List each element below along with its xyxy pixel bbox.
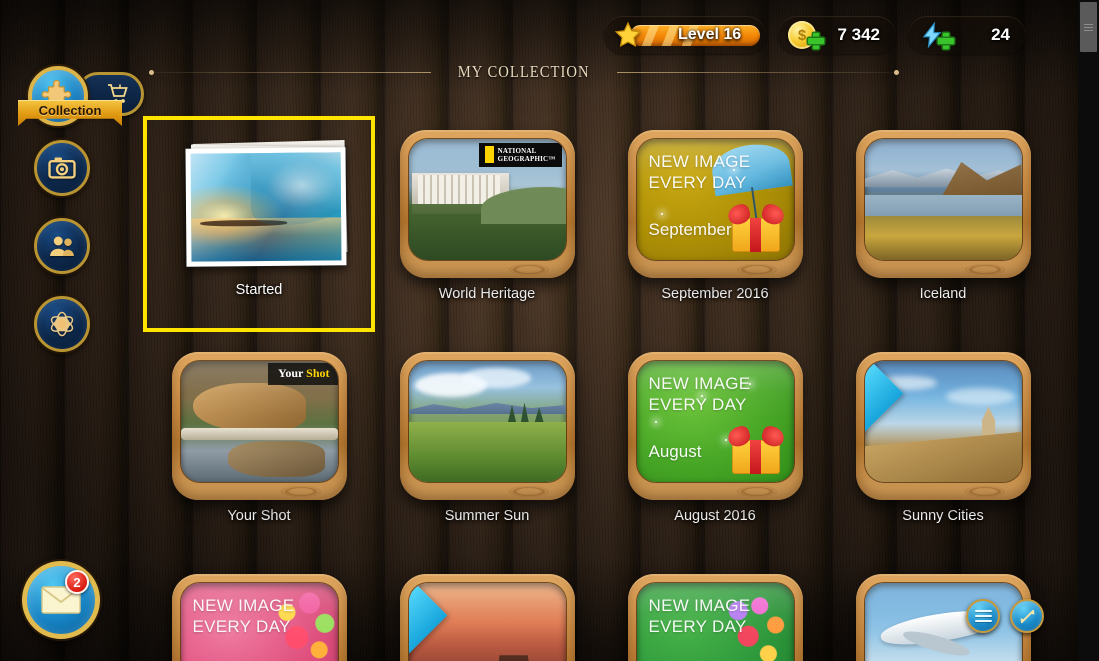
album-card-iceland[interactable]: Iceland xyxy=(829,118,1057,340)
energy-indicator[interactable]: 24 xyxy=(908,16,1026,54)
floating-toolbar xyxy=(966,599,1044,633)
hamburger-menu-icon xyxy=(974,607,992,624)
section-header: MY COLLECTION xyxy=(0,62,1048,82)
sidebar-item-camera[interactable] xyxy=(34,140,90,196)
add-coins-icon[interactable] xyxy=(808,33,824,49)
album-thumbnail xyxy=(408,361,566,482)
promo-line-1: NEW IMAGE xyxy=(648,596,751,615)
album-thumbnail xyxy=(864,139,1022,260)
promo-month: August xyxy=(648,442,702,461)
album-frame: NATIONAL GEOGRAPHIC™ xyxy=(399,130,575,278)
album-card-started[interactable]: Started xyxy=(143,116,375,332)
hud-bar: Level 16 7 342 24 xyxy=(604,16,1026,54)
album-label: World Heritage xyxy=(438,286,536,302)
globe-icon xyxy=(50,311,74,337)
album-grid: Started NATIONAL GEOGRAPHIC™ World Herit… xyxy=(143,116,1057,661)
add-energy-icon[interactable] xyxy=(938,33,954,49)
gift-box-icon xyxy=(725,202,786,252)
album-thumbnail: NEW IMAGE EVERY DAY xyxy=(180,583,338,661)
level-indicator[interactable]: Level 16 xyxy=(604,16,766,54)
album-card-row3-2[interactable] xyxy=(373,562,601,661)
unread-badge: 2 xyxy=(65,570,89,594)
promo-line-1: NEW IMAGE xyxy=(648,152,751,171)
album-frame xyxy=(855,130,1031,278)
ribbon-clip xyxy=(408,583,566,661)
messages-button[interactable]: 2 xyxy=(22,561,100,639)
scrollbar-thumb[interactable] xyxy=(1080,2,1097,52)
album-label: September 2016 xyxy=(661,286,769,302)
album-thumbnail xyxy=(190,152,341,262)
natgeo-line2: GEOGRAPHIC™ xyxy=(497,154,556,163)
divider-left xyxy=(148,69,432,75)
album-card-world-heritage[interactable]: NATIONAL GEOGRAPHIC™ World Heritage xyxy=(373,118,601,340)
left-sidebar: Collection xyxy=(18,66,144,374)
album-label: August 2016 xyxy=(674,508,756,524)
promo-line-1: NEW IMAGE xyxy=(648,374,751,393)
album-thumbnail: NEW IMAGE EVERY DAY September xyxy=(636,139,794,260)
album-frame: NEW IMAGE EVERY DAY xyxy=(171,574,347,661)
album-frame: NEW IMAGE EVERY DAY September xyxy=(627,130,803,278)
ribbon-clip xyxy=(864,361,1022,482)
album-frame: NEW IMAGE EVERY DAY xyxy=(627,574,803,661)
photo-stack xyxy=(172,134,347,274)
album-frame xyxy=(855,352,1031,500)
divider-right xyxy=(616,69,900,75)
album-label: Your Shot xyxy=(227,508,291,524)
your-shot-text-b: Shot xyxy=(306,366,330,380)
new-ribbon xyxy=(408,583,447,661)
album-frame xyxy=(399,574,575,661)
album-label: Summer Sun xyxy=(444,508,530,524)
fullscreen-button[interactable] xyxy=(1010,599,1044,633)
menu-button[interactable] xyxy=(966,599,1000,633)
gift-box-icon xyxy=(725,424,786,474)
level-label: Level 16 xyxy=(678,26,742,43)
friends-icon xyxy=(50,236,74,256)
natgeo-line1: NATIONAL xyxy=(497,146,537,155)
national-geographic-badge: NATIONAL GEOGRAPHIC™ xyxy=(478,143,562,167)
album-card-august-2016[interactable]: NEW IMAGE EVERY DAY August August 2016 xyxy=(601,340,829,562)
album-thumbnail: NEW IMAGE EVERY DAY August xyxy=(636,361,794,482)
coins-value: 7 342 xyxy=(837,25,880,44)
page-scrollbar[interactable] xyxy=(1078,0,1099,661)
your-shot-badge: Your Shot xyxy=(268,363,338,385)
page-title: MY COLLECTION xyxy=(458,62,590,81)
album-thumbnail xyxy=(408,583,566,661)
promo-content: NEW IMAGE EVERY DAY xyxy=(181,583,338,661)
album-label: Iceland xyxy=(919,286,967,302)
album-card-sunny-cities[interactable]: Sunny Cities xyxy=(829,340,1057,562)
album-frame xyxy=(399,352,575,500)
new-ribbon xyxy=(864,361,903,482)
promo-line-2: EVERY DAY xyxy=(648,173,747,192)
energy-value: 24 xyxy=(991,25,1010,44)
album-thumbnail: Your Shot xyxy=(180,361,338,482)
game-viewport: Level 16 7 342 24 MY COLLECTION xyxy=(0,0,1078,661)
promo-line-1: NEW IMAGE xyxy=(192,596,295,615)
album-card-summer-sun[interactable]: Summer Sun xyxy=(373,340,601,562)
fullscreen-expand-icon xyxy=(1019,609,1035,623)
album-thumbnail: NEW IMAGE EVERY DAY xyxy=(636,583,794,661)
album-card-your-shot[interactable]: Your Shot Your Shot xyxy=(145,340,373,562)
promo-line-2: EVERY DAY xyxy=(192,617,291,636)
sidebar-item-friends[interactable] xyxy=(34,218,90,274)
album-label: Started xyxy=(235,282,283,298)
album-frame: NEW IMAGE EVERY DAY August xyxy=(627,352,803,500)
natgeo-yellow-bar xyxy=(484,146,494,163)
your-shot-text-a: Your xyxy=(278,366,307,380)
collection-group: Collection xyxy=(18,66,144,128)
promo-month: September xyxy=(648,220,732,239)
album-card-row3-1[interactable]: NEW IMAGE EVERY DAY xyxy=(145,562,373,661)
album-thumbnail: NATIONAL GEOGRAPHIC™ xyxy=(408,139,566,260)
album-card-september-2016[interactable]: NEW IMAGE EVERY DAY September September … xyxy=(601,118,829,340)
sidebar-item-world[interactable] xyxy=(34,296,90,352)
album-label: Sunny Cities xyxy=(902,508,984,524)
camera-icon xyxy=(48,157,76,179)
promo-line-2: EVERY DAY xyxy=(648,617,747,636)
coins-indicator[interactable]: 7 342 xyxy=(778,16,896,54)
promo-content: NEW IMAGE EVERY DAY xyxy=(637,583,794,661)
album-thumbnail xyxy=(864,361,1022,482)
album-frame: Your Shot xyxy=(171,352,347,500)
star-icon xyxy=(614,21,642,48)
album-card-row3-3[interactable]: NEW IMAGE EVERY DAY xyxy=(601,562,829,661)
promo-line-2: EVERY DAY xyxy=(648,395,747,414)
